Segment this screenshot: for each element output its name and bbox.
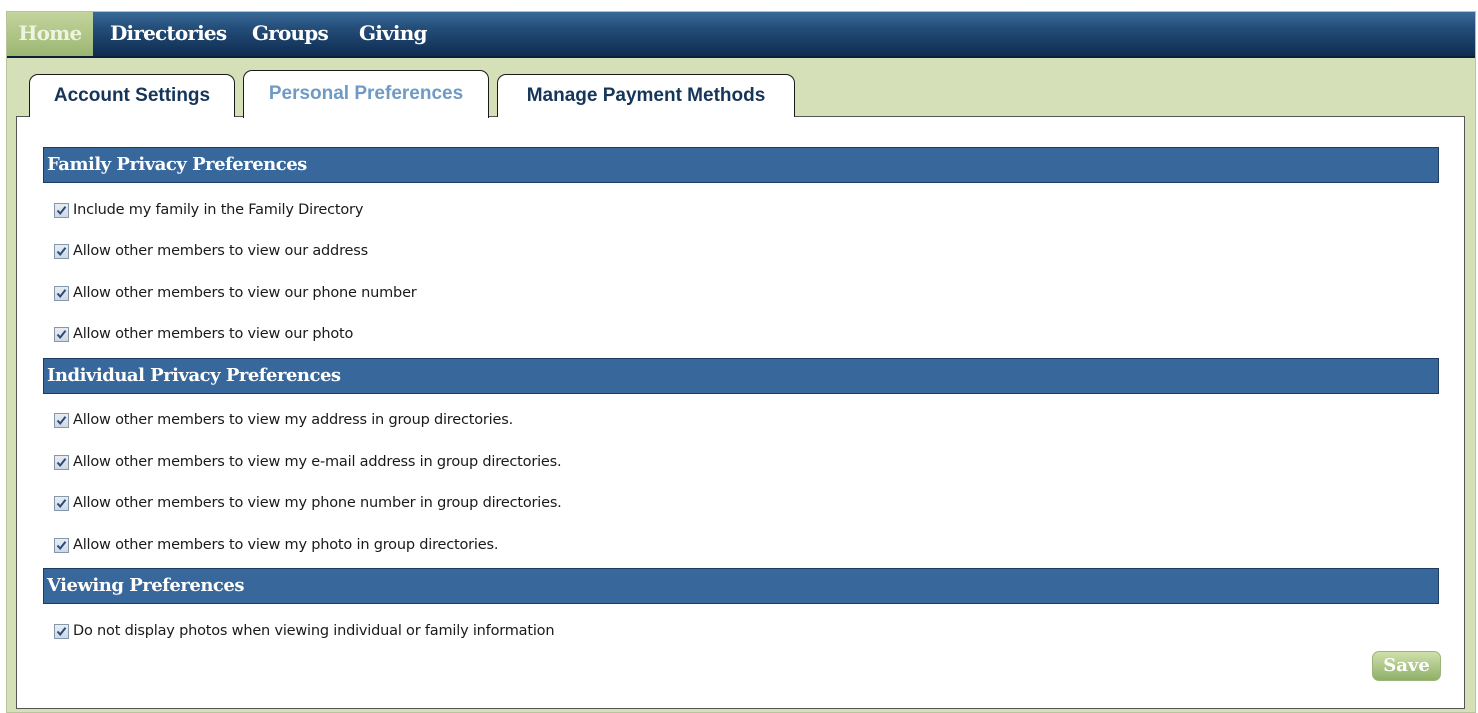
checkbox[interactable] [54,623,69,639]
pref-view-my-address[interactable]: Allow other members to view my address i… [54,410,513,430]
section-header-individual-privacy: Individual Privacy Preferences [43,358,1439,394]
checkbox[interactable] [54,243,69,259]
tab-manage-payment-methods[interactable]: Manage Payment Methods [497,74,795,117]
pref-include-family-directory[interactable]: Include my family in the Family Director… [54,200,363,220]
section-header-family-privacy: Family Privacy Preferences [43,147,1439,183]
top-nav: Home Directories Groups Giving [7,12,1475,58]
checkbox[interactable] [54,326,69,342]
pref-view-my-photo[interactable]: Allow other members to view my photo in … [54,535,498,555]
pref-label: Allow other members to view our photo [73,326,354,342]
pref-view-our-address[interactable]: Allow other members to view our address [54,241,368,261]
checkbox[interactable] [54,495,69,511]
pref-view-our-photo[interactable]: Allow other members to view our photo [54,324,353,344]
pref-view-my-email[interactable]: Allow other members to view my e-mail ad… [54,452,562,472]
nav-home[interactable]: Home [7,12,93,56]
pref-label: Do not display photos when viewing indiv… [73,623,555,639]
page: Home Directories Groups Giving Account S… [0,0,1478,713]
section-header-viewing: Viewing Preferences [43,568,1439,604]
pref-label: Allow other members to view my e-mail ad… [73,454,562,470]
pref-view-my-phone[interactable]: Allow other members to view my phone num… [54,493,562,513]
checkbox[interactable] [54,454,69,470]
checkbox[interactable] [54,202,69,218]
tab-personal-preferences[interactable]: Personal Preferences [243,70,489,118]
pref-view-our-phone[interactable]: Allow other members to view our phone nu… [54,283,417,303]
page-container: Home Directories Groups Giving Account S… [6,11,1476,713]
checkbox[interactable] [54,285,69,301]
pref-label: Allow other members to view our phone nu… [73,285,417,301]
preferences-panel: Family Privacy Preferences Include my fa… [16,116,1465,709]
checkbox[interactable] [54,537,69,553]
nav-groups[interactable]: Groups [252,12,329,56]
tab-account-settings[interactable]: Account Settings [29,74,235,117]
pref-label: Allow other members to view my address i… [73,412,513,428]
pref-label: Include my family in the Family Director… [73,202,364,218]
checkbox[interactable] [54,412,69,428]
nav-directories[interactable]: Directories [110,12,227,56]
pref-label: Allow other members to view my photo in … [73,537,499,553]
pref-label: Allow other members to view our address [73,243,368,259]
nav-giving[interactable]: Giving [359,12,427,56]
pref-label: Allow other members to view my phone num… [73,495,562,511]
save-button[interactable]: Save [1372,651,1441,681]
pref-hide-photos[interactable]: Do not display photos when viewing indiv… [54,621,555,641]
